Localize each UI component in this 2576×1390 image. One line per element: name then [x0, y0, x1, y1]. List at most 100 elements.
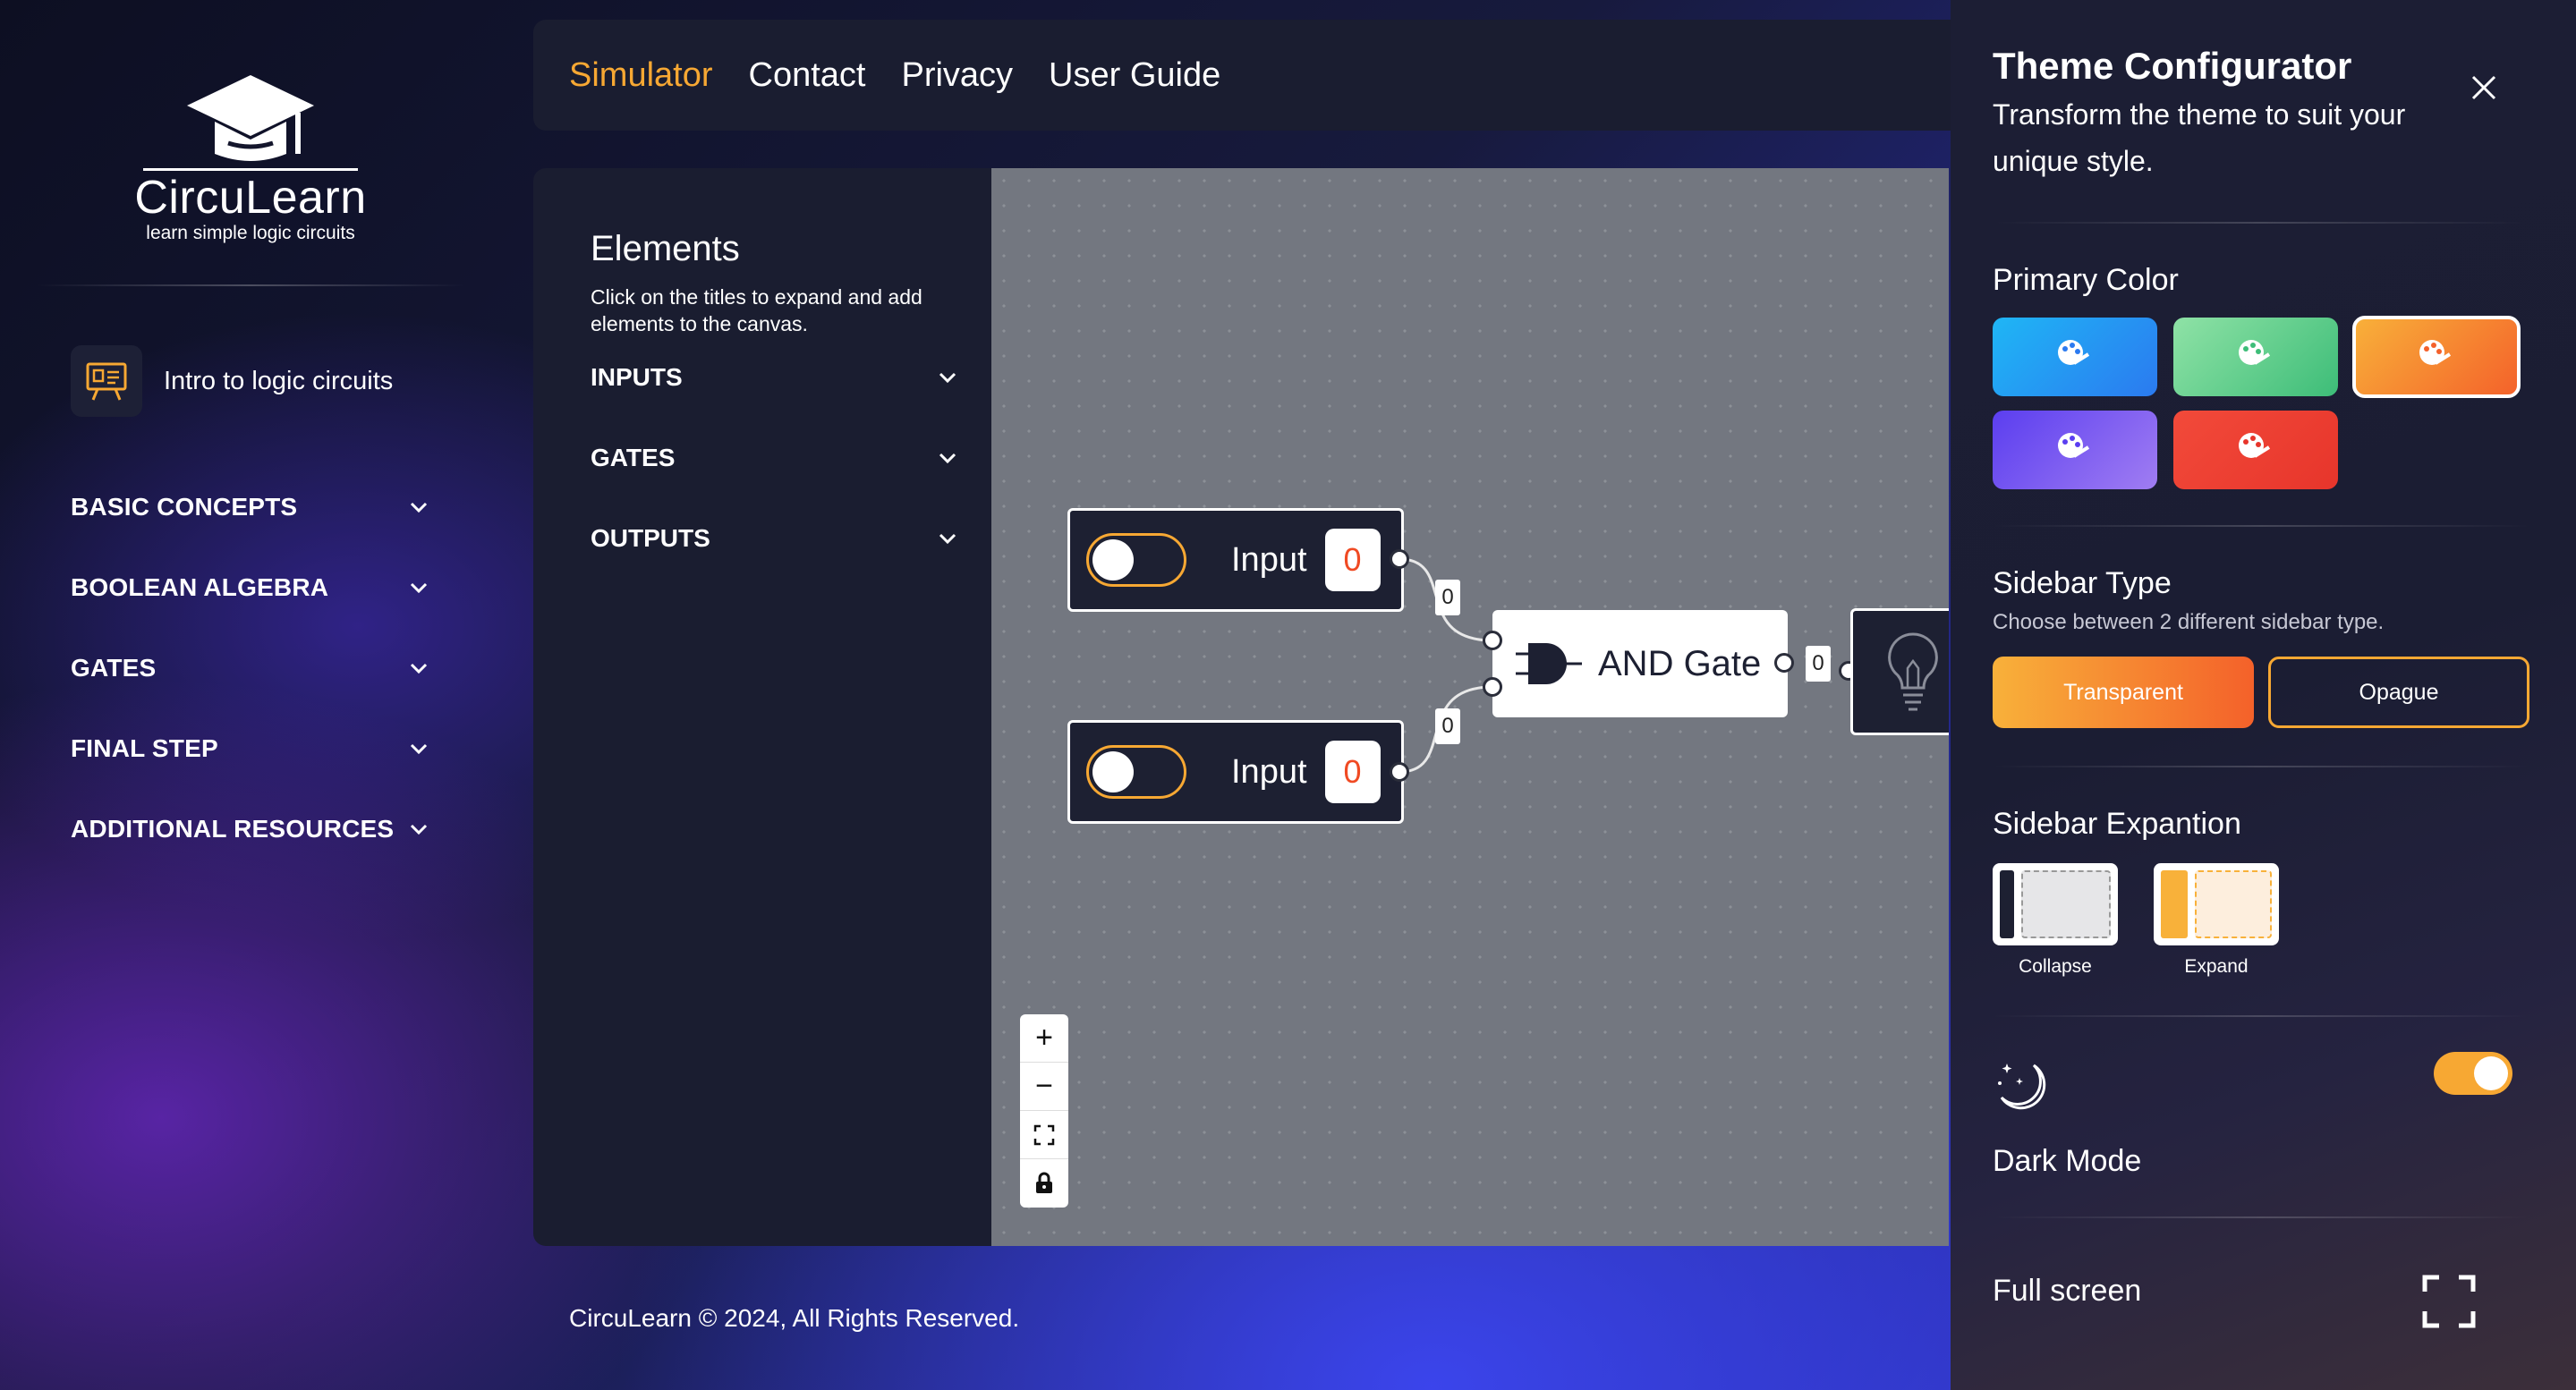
fit-view-button[interactable] [1020, 1111, 1068, 1159]
collapse-label: Collapse [2019, 956, 2092, 977]
accordion-label: INPUTS [591, 363, 683, 391]
sidebar-expansion-title: Sidebar Expantion [1993, 807, 2241, 841]
moon-stars-icon [1998, 1064, 2046, 1110]
sidebar-item-label: BOOLEAN ALGEBRA [71, 573, 329, 601]
collapse-option[interactable]: Collapse [1993, 863, 2118, 978]
primary-color-title: Primary Color [1993, 263, 2179, 297]
palette-icon [2239, 340, 2271, 365]
sidebar-item-intro[interactable]: Intro to logic circuits [71, 345, 393, 417]
transparent-button[interactable]: Transparent [1993, 657, 2254, 728]
accordion-inputs[interactable]: INPUTS [591, 337, 957, 418]
opaque-button[interactable]: Opague [2268, 657, 2529, 728]
swatch-orange[interactable] [2352, 316, 2521, 398]
full-screen-label: Full screen [1993, 1274, 2142, 1308]
sidebar-item-additional-resources[interactable]: ADDITIONAL RESOURCES [71, 789, 429, 869]
palette-icon [2419, 340, 2452, 365]
input-toggle[interactable] [1086, 745, 1186, 799]
input-node-2[interactable]: Input 0 [1067, 720, 1404, 824]
sidebar-item-label: GATES [71, 654, 157, 682]
intro-label: Intro to logic circuits [164, 366, 394, 395]
chevron-down-icon [410, 743, 428, 755]
nav-link-contact[interactable]: Contact [749, 56, 866, 95]
elements-subtitle: Click on the titles to expand and add el… [591, 285, 922, 335]
elements-title: Elements [591, 229, 740, 268]
theme-configurator: Theme Configurator Transform the theme t… [1951, 0, 2576, 1390]
input-toggle[interactable] [1086, 533, 1186, 587]
sidebar-item-label: ADDITIONAL RESOURCES [71, 815, 395, 843]
brand-name: CircuLearn [134, 172, 367, 224]
nav-link-user-guide[interactable]: User Guide [1049, 56, 1220, 95]
accordion-outputs[interactable]: OUTPUTS [591, 498, 957, 579]
logo[interactable]: CircuLearn learn simple logic circuits [134, 72, 367, 244]
output-port[interactable] [1390, 549, 1409, 569]
collapse-preview [1993, 863, 2118, 945]
presentation-board-icon [71, 345, 142, 417]
accordion-gates[interactable]: GATES [591, 418, 957, 498]
wires [1399, 557, 1493, 774]
lock-button[interactable] [1020, 1159, 1068, 1208]
palette-icon [2239, 433, 2271, 458]
sidebar-item-gates[interactable]: GATES [71, 628, 429, 708]
expand-label: Expand [2184, 956, 2249, 977]
input-port[interactable] [1483, 631, 1502, 650]
input-node-1[interactable]: Input 0 [1067, 508, 1404, 612]
light-bulb-icon [1888, 632, 1938, 711]
fullscreen-icon[interactable] [2421, 1274, 2477, 1329]
chevron-down-icon [410, 582, 428, 594]
swatch-blue[interactable] [1993, 318, 2157, 396]
expand-preview [2154, 863, 2279, 945]
input-label: Input [1231, 752, 1307, 791]
sidebar-type-title: Sidebar Type [1993, 566, 2172, 600]
zoom-out-button[interactable]: − [1020, 1063, 1068, 1111]
zoom-controls: + − [1020, 1014, 1068, 1208]
output-port[interactable] [1774, 653, 1794, 673]
swatch-purple[interactable] [1993, 411, 2157, 489]
and-gate-node[interactable]: AND Gate [1492, 610, 1788, 717]
sidebar-item-basic-concepts[interactable]: BASIC CONCEPTS [71, 467, 429, 547]
dark-mode-toggle[interactable] [2434, 1052, 2512, 1095]
sidebar-expansion-options: Collapse Expand [1993, 863, 2576, 978]
circuit-canvas[interactable]: Input 0 0 Input 0 0 AND Gate 0 + − [991, 168, 1949, 1246]
sidebar: CircuLearn learn simple logic circuits I… [0, 0, 501, 1390]
fit-view-icon [1033, 1124, 1055, 1145]
zoom-in-button[interactable]: + [1020, 1014, 1068, 1063]
wire-value: 0 [1435, 708, 1460, 744]
color-swatches [1993, 316, 2576, 489]
swatch-red[interactable] [2173, 411, 2338, 489]
divider [1993, 222, 2529, 224]
input-port[interactable] [1483, 677, 1502, 697]
chevron-down-icon [410, 824, 428, 835]
config-subtitle: Transform the theme to suit your unique … [1993, 98, 2406, 177]
sidebar-item-final-step[interactable]: FINAL STEP [71, 708, 429, 789]
divider [1993, 1015, 2529, 1017]
sidebar-type-subtitle: Choose between 2 different sidebar type. [1993, 610, 2385, 634]
accordion-label: OUTPUTS [591, 524, 710, 552]
divider [1993, 1216, 2529, 1218]
sidebar-divider [36, 284, 465, 286]
sidebar-item-label: FINAL STEP [71, 734, 218, 762]
palette-icon [2058, 340, 2090, 365]
gate-label: AND Gate [1598, 643, 1762, 683]
dark-mode-label: Dark Mode [1993, 1144, 2142, 1178]
close-icon[interactable] [2466, 70, 2502, 106]
swatch-green[interactable] [2173, 318, 2338, 396]
divider [1993, 766, 2529, 767]
lock-icon [1036, 1172, 1052, 1193]
input-value: 0 [1324, 741, 1381, 803]
input-value: 0 [1324, 529, 1381, 591]
chevron-down-icon [939, 372, 956, 384]
sidebar-nav: BASIC CONCEPTS BOOLEAN ALGEBRA GATES FIN… [71, 467, 429, 869]
nav-link-simulator[interactable]: Simulator [569, 56, 713, 95]
expand-option[interactable]: Expand [2154, 863, 2279, 978]
output-bulb-node[interactable] [1850, 608, 1949, 735]
chevron-down-icon [939, 533, 956, 545]
output-port[interactable] [1390, 762, 1409, 782]
wire-value: 0 [1435, 580, 1460, 615]
chevron-down-icon [939, 453, 956, 464]
wire-value: 0 [1806, 646, 1831, 682]
nav-link-privacy[interactable]: Privacy [901, 56, 1013, 95]
footer-text: CircuLearn © 2024, All Rights Reserved. [569, 1304, 1020, 1332]
sidebar-item-label: BASIC CONCEPTS [71, 493, 298, 521]
input-label: Input [1231, 540, 1307, 579]
sidebar-item-boolean-algebra[interactable]: BOOLEAN ALGEBRA [71, 547, 429, 628]
